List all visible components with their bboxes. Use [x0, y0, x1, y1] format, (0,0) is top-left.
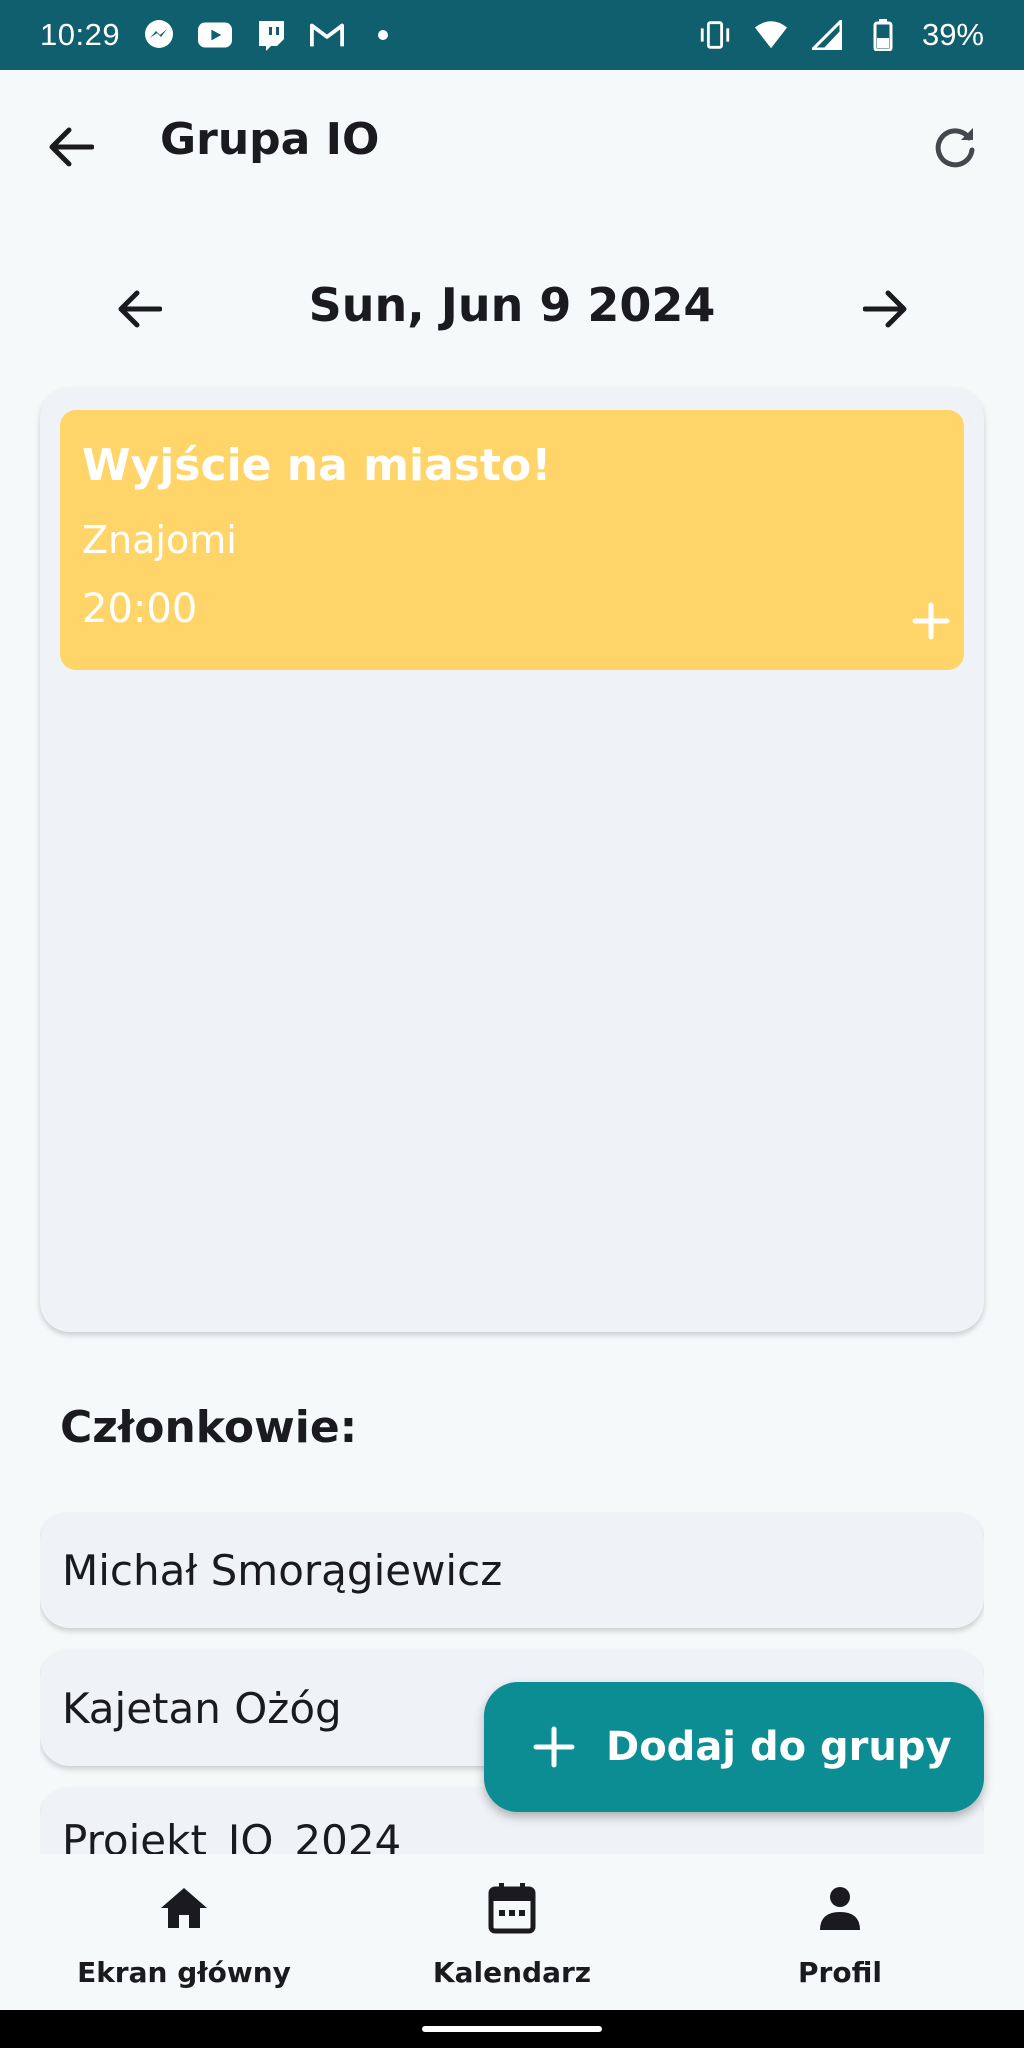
- event-time: 20:00: [82, 586, 198, 632]
- plus-icon: [912, 602, 950, 640]
- battery-icon: [866, 18, 900, 52]
- plus-icon: [533, 1726, 575, 1768]
- arrow-left-icon: [49, 127, 94, 167]
- add-to-group-label: Dodaj do grupy: [606, 1724, 952, 1770]
- current-date: Sun, Jun 9 2024: [308, 278, 716, 332]
- status-left: 10:29: [40, 17, 400, 53]
- member-name: Projekt_IO_2024: [62, 1816, 402, 1854]
- back-button[interactable]: [36, 112, 106, 182]
- date-navigation: Sun, Jun 9 2024: [0, 268, 1024, 348]
- app-bar: Grupa IO: [0, 70, 1024, 226]
- nav-calendar[interactable]: Kalendarz: [362, 1880, 662, 1989]
- gmail-icon: [310, 18, 345, 52]
- nav-profile-label: Profil: [798, 1956, 882, 1989]
- more-dot-icon: [366, 18, 400, 52]
- nav-profile[interactable]: Profil: [690, 1880, 990, 1989]
- nav-home[interactable]: Ekran główny: [34, 1880, 334, 1989]
- event-title: Wyjście na miasto!: [82, 440, 552, 491]
- event-add-button[interactable]: [896, 586, 966, 656]
- event-card[interactable]: Wyjście na miasto! Znajomi 20:00: [60, 410, 964, 670]
- home-icon: [34, 1880, 334, 1936]
- person-icon: [690, 1880, 990, 1936]
- twitch-icon: [254, 18, 288, 52]
- member-item[interactable]: Michał Smorągiewicz: [40, 1512, 984, 1628]
- refresh-button[interactable]: [920, 112, 990, 182]
- arrow-left-icon: [118, 290, 162, 328]
- messenger-icon: [142, 18, 176, 52]
- status-right: 39%: [698, 17, 984, 53]
- member-name: Kajetan Ożóg: [62, 1683, 342, 1733]
- previous-day-button[interactable]: [105, 274, 175, 344]
- page-title: Grupa IO: [160, 114, 380, 165]
- system-gesture-bar: [0, 2010, 1024, 2048]
- gesture-handle[interactable]: [422, 2026, 602, 2032]
- wifi-icon: [754, 18, 788, 52]
- day-events-panel: Wyjście na miasto! Znajomi 20:00: [40, 388, 984, 1332]
- arrow-right-icon: [863, 290, 907, 328]
- calendar-icon: [362, 1880, 662, 1936]
- next-day-button[interactable]: [850, 274, 920, 344]
- add-to-group-button[interactable]: Dodaj do grupy: [484, 1682, 984, 1812]
- event-group: Znajomi: [82, 518, 237, 562]
- nav-calendar-label: Kalendarz: [432, 1956, 592, 1989]
- bottom-navigation: Ekran główny Kalendarz Profil: [0, 1854, 1024, 2010]
- nav-home-label: Ekran główny: [77, 1956, 291, 1989]
- battery-percent: 39%: [921, 17, 984, 52]
- vibrate-icon: [698, 18, 732, 52]
- cellular-signal-icon: [810, 18, 844, 52]
- status-time: 10:29: [40, 17, 121, 52]
- refresh-icon: [935, 128, 975, 168]
- youtube-icon: [198, 18, 233, 52]
- member-name: Michał Smorągiewicz: [62, 1545, 503, 1595]
- members-heading: Członkowie:: [60, 1402, 358, 1453]
- status-bar: 10:29 39%: [0, 0, 1024, 70]
